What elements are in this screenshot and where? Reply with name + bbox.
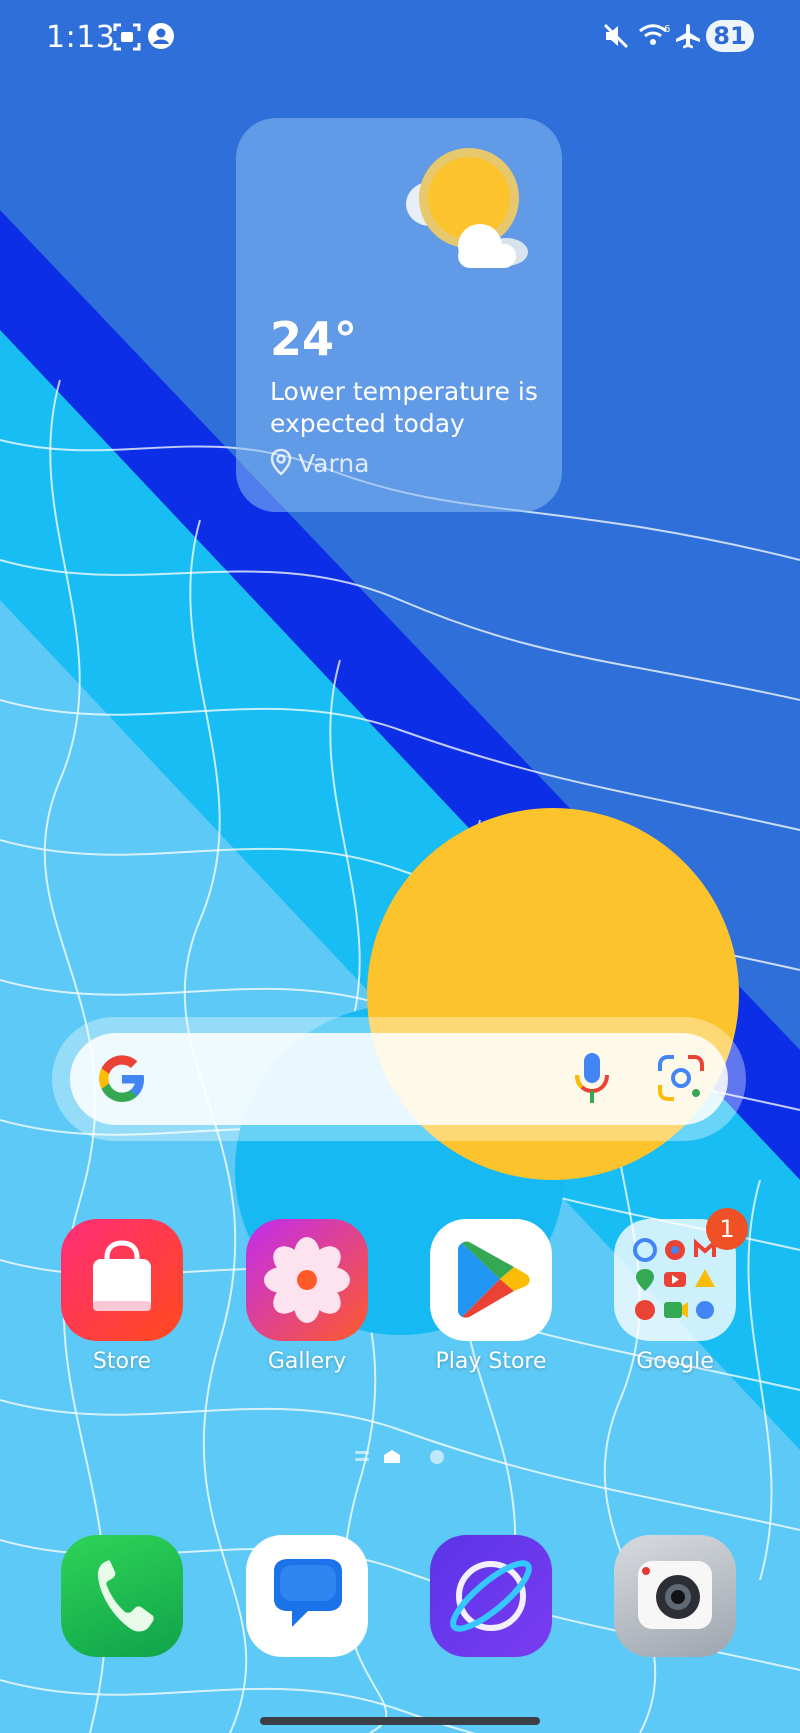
page-indicator[interactable] <box>352 1446 452 1468</box>
store-icon <box>61 1219 183 1341</box>
app-store[interactable]: Store <box>47 1219 197 1374</box>
gesture-navigation-bar[interactable] <box>260 1717 540 1725</box>
google-icon <box>99 1055 144 1102</box>
dock-phone[interactable] <box>47 1535 197 1657</box>
account-icon <box>148 23 174 49</box>
weather-location: Varna <box>270 448 369 478</box>
phone-icon <box>61 1535 183 1657</box>
app-label: Play Store <box>435 1349 547 1374</box>
camera-icon <box>614 1535 736 1657</box>
weather-location-label: Varna <box>298 449 370 478</box>
app-play-store[interactable]: Play Store <box>416 1219 566 1374</box>
notification-badge: 1 <box>706 1208 748 1250</box>
search-widget <box>52 1017 746 1141</box>
app-label: Gallery <box>267 1349 347 1374</box>
weather-temperature: 24° <box>270 312 358 366</box>
gallery-icon <box>246 1219 368 1341</box>
dock-browser[interactable] <box>416 1535 566 1657</box>
weather-description: Lower temperature is expected today <box>270 377 538 438</box>
location-pin-icon <box>270 448 292 476</box>
dock-camera[interactable] <box>600 1535 750 1657</box>
play-store-icon <box>430 1219 552 1341</box>
battery-indicator: 81 <box>706 20 754 52</box>
wifi-icon: 6 <box>639 24 670 45</box>
screen-record-icon <box>113 23 141 51</box>
clock: 1:13 <box>46 20 116 55</box>
weather-widget[interactable]: 24° Lower temperature is expected today … <box>236 118 562 512</box>
messages-icon <box>246 1535 368 1657</box>
app-label: Store <box>92 1349 152 1374</box>
search-bar[interactable] <box>70 1033 728 1125</box>
svg-text:6: 6 <box>664 24 670 35</box>
browser-icon <box>430 1535 552 1657</box>
app-gallery[interactable]: Gallery <box>232 1219 382 1374</box>
status-bar: 1:13 6 81 <box>0 0 800 80</box>
airplane-icon <box>676 24 700 49</box>
dock-messages[interactable] <box>232 1535 382 1657</box>
mic-icon[interactable] <box>572 1051 612 1107</box>
partly-sunny-icon <box>406 148 528 268</box>
mute-icon <box>603 23 629 49</box>
lens-icon[interactable] <box>656 1053 706 1103</box>
app-label: Google <box>636 1349 714 1374</box>
